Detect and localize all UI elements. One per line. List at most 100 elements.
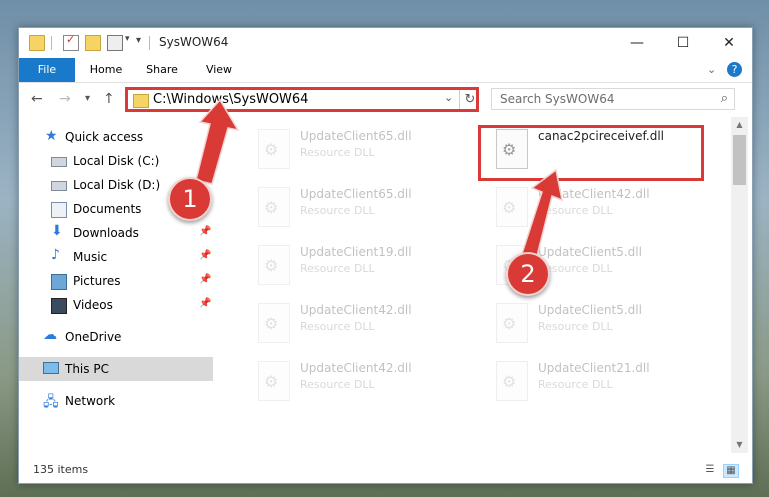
item-count: 135 items [33, 463, 89, 476]
chevron-down-icon[interactable]: ▾ [125, 34, 130, 44]
dll-file-icon [496, 187, 528, 227]
file-list: UpdateClient65.dll Resource DLL UpdateCl… [214, 117, 731, 453]
file-type: Resource DLL [300, 378, 375, 391]
cloud-icon: ☁ [43, 327, 57, 343]
file-item[interactable]: UpdateClient42.dll Resource DLL [484, 179, 714, 237]
computer-icon [43, 362, 59, 374]
forward-arrow-icon[interactable]: → [59, 91, 71, 107]
details-view-icon[interactable]: ☰ [703, 464, 717, 476]
address-path[interactable]: C:\Windows\SysWOW64 [153, 92, 308, 107]
chevron-down-icon[interactable]: ⌄ [444, 91, 453, 104]
pictures-icon [51, 274, 67, 290]
new-folder-icon[interactable] [85, 35, 101, 51]
file-type: Resource DLL [538, 204, 613, 217]
rename-icon[interactable] [107, 35, 123, 51]
dll-file-icon [258, 303, 290, 343]
file-item[interactable]: UpdateClient5.dll Resource DLL [484, 295, 714, 353]
expand-ribbon-icon[interactable]: ⌄ [707, 63, 716, 76]
network-icon: 🖧 [43, 394, 59, 410]
music-icon: ♪ [51, 247, 60, 263]
recent-locations-icon[interactable]: ▾ [85, 93, 90, 104]
vertical-scrollbar[interactable]: ▲ ▼ [731, 117, 748, 453]
sidebar-item-downloads[interactable]: ⬇ Downloads 📌 [19, 221, 213, 245]
file-name: UpdateClient42.dll [300, 303, 412, 317]
search-icon[interactable]: ⌕ [721, 91, 728, 106]
close-button[interactable]: ✕ [706, 28, 752, 58]
sidebar-item-label: Quick access [65, 130, 144, 144]
file-item[interactable]: UpdateClient19.dll Resource DLL [246, 237, 476, 295]
dll-file-icon [496, 303, 528, 343]
tab-share[interactable]: Share [137, 58, 187, 82]
file-name: UpdateClient21.dll [538, 361, 650, 375]
tab-file[interactable]: File [19, 58, 75, 82]
file-item[interactable]: UpdateClient42.dll Resource DLL [246, 353, 476, 411]
file-name: UpdateClient19.dll [300, 245, 412, 259]
navigation-pane: ★ Quick access Local Disk (C:) Local Dis… [19, 117, 213, 453]
search-placeholder: Search SysWOW64 [500, 92, 615, 106]
sidebar-item-label: OneDrive [65, 330, 122, 344]
file-name: UpdateClient65.dll [300, 129, 412, 143]
sidebar-item-label: Downloads [73, 226, 139, 240]
file-type: Resource DLL [538, 378, 613, 391]
dll-file-icon [258, 129, 290, 169]
explorer-window: ▾ ▾ SysWOW64 — ☐ ✕ File Home Share View … [18, 27, 753, 484]
sidebar-item-label: This PC [65, 362, 109, 376]
sidebar-item-videos[interactable]: Videos 📌 [19, 293, 213, 317]
file-name: UpdateClient65.dll [300, 187, 412, 201]
large-icons-view-icon[interactable]: ▦ [723, 464, 739, 478]
star-icon: ★ [45, 128, 58, 144]
sidebar-item-onedrive[interactable]: ☁ OneDrive [19, 325, 213, 349]
folder-icon [29, 35, 45, 51]
tab-home[interactable]: Home [81, 58, 131, 82]
file-item[interactable]: UpdateClient65.dll Resource DLL [246, 121, 476, 179]
folder-icon [133, 94, 149, 108]
scroll-down-icon[interactable]: ▼ [731, 437, 748, 453]
step-1-badge: 1 [168, 177, 212, 221]
sidebar-item-this-pc[interactable]: This PC [19, 357, 213, 381]
pin-icon[interactable]: 📌 [199, 298, 211, 309]
file-name: UpdateClient5.dll [538, 245, 642, 259]
dll-file-icon [258, 245, 290, 285]
back-arrow-icon[interactable]: ← [31, 91, 43, 107]
maximize-button[interactable]: ☐ [660, 28, 706, 58]
dll-file-icon [258, 187, 290, 227]
downloads-icon: ⬇ [51, 223, 63, 239]
highlight-box [478, 125, 704, 181]
address-bar[interactable]: C:\Windows\SysWOW64 ⌄ ↻ [125, 87, 479, 112]
minimize-button[interactable]: — [614, 28, 660, 58]
sidebar-item-local-disk-c[interactable]: Local Disk (C:) [19, 149, 213, 173]
file-name: UpdateClient42.dll [300, 361, 412, 375]
file-item[interactable]: UpdateClient65.dll Resource DLL [246, 179, 476, 237]
pin-icon[interactable]: 📌 [199, 274, 211, 285]
file-item[interactable]: UpdateClient42.dll Resource DLL [246, 295, 476, 353]
window-title: SysWOW64 [159, 35, 229, 49]
pin-icon[interactable]: 📌 [199, 250, 211, 261]
dll-file-icon [496, 361, 528, 401]
pin-icon[interactable]: 📌 [199, 226, 211, 237]
sidebar-item-quick-access[interactable]: ★ Quick access [19, 125, 213, 149]
videos-icon [51, 298, 67, 314]
sidebar-item-pictures[interactable]: Pictures 📌 [19, 269, 213, 293]
file-item[interactable]: UpdateClient21.dll Resource DLL [484, 353, 714, 411]
disk-icon [51, 157, 67, 167]
help-icon[interactable]: ? [727, 62, 742, 77]
scroll-thumb[interactable] [733, 135, 746, 185]
up-arrow-icon[interactable]: ↑ [103, 91, 115, 107]
sidebar-item-music[interactable]: ♪ Music 📌 [19, 245, 213, 269]
tab-view[interactable]: View [194, 58, 244, 82]
customize-toolbar-icon[interactable]: ▾ [136, 35, 141, 46]
search-input[interactable]: Search SysWOW64 ⌕ [491, 88, 735, 110]
file-type: Resource DLL [300, 320, 375, 333]
status-bar: 135 items ☰ ▦ [19, 459, 752, 483]
file-name: UpdateClient5.dll [538, 303, 642, 317]
sidebar-item-label: Pictures [73, 274, 121, 288]
scroll-up-icon[interactable]: ▲ [731, 117, 748, 133]
ribbon-tabs: File Home Share View ⌄ ? [19, 58, 752, 83]
sidebar-item-label: Music [73, 250, 108, 264]
refresh-icon[interactable]: ↻ [459, 90, 480, 109]
file-name: UpdateClient42.dll [538, 187, 650, 201]
file-type: Resource DLL [300, 204, 375, 217]
properties-check-icon[interactable] [63, 33, 79, 51]
sidebar-item-network[interactable]: 🖧 Network [19, 389, 213, 413]
file-type: Resource DLL [538, 320, 613, 333]
